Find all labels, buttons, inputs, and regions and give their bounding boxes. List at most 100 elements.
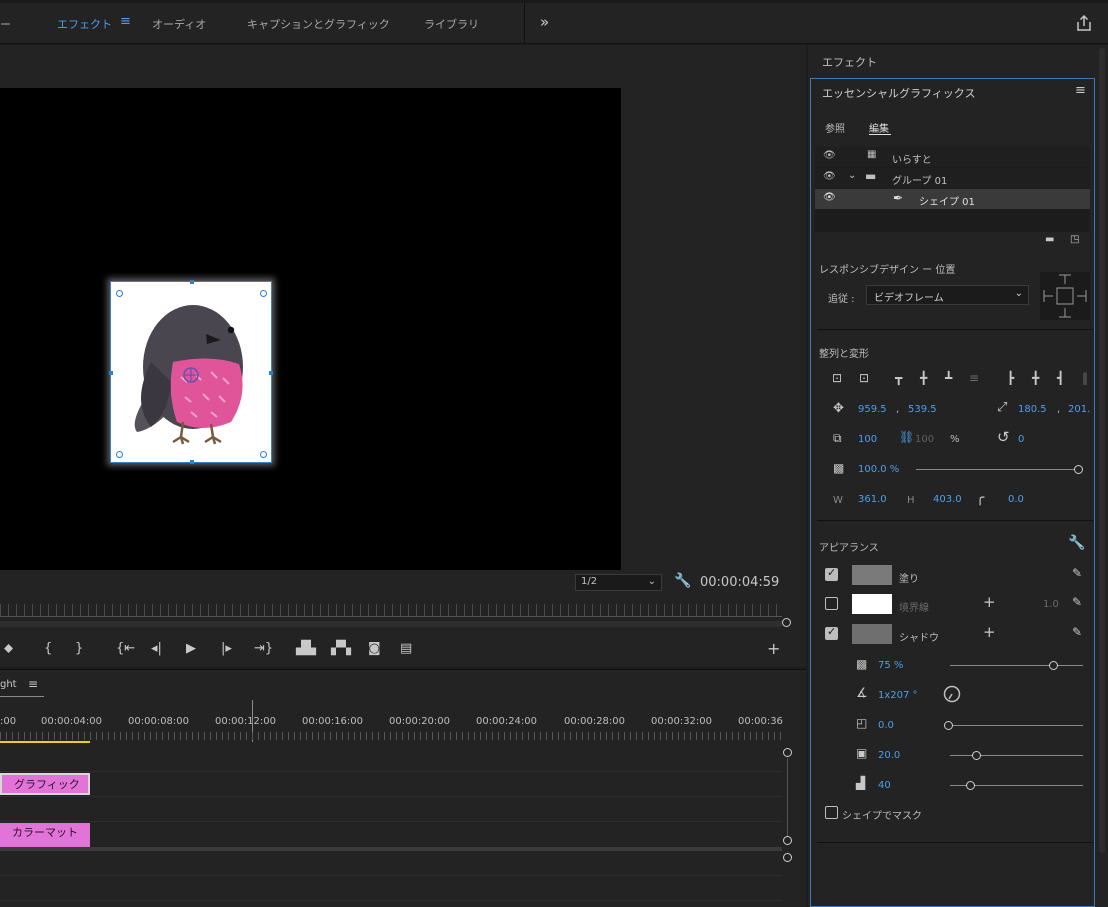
- add-marker-icon[interactable]: ⬥: [4, 641, 13, 656]
- step-forward-icon[interactable]: |▸: [221, 641, 232, 656]
- eye-icon[interactable]: 👁: [823, 150, 836, 161]
- tab-edit[interactable]: 編集: [869, 120, 889, 135]
- shadow-size-track[interactable]: [950, 755, 1083, 756]
- add-button[interactable]: +: [767, 639, 780, 658]
- corner-handle[interactable]: [116, 290, 123, 297]
- compare-icon[interactable]: ▤: [400, 641, 412, 656]
- opacity-slider-knob[interactable]: [1074, 465, 1083, 474]
- follow-select[interactable]: ビデオフレーム ⌄: [866, 285, 1029, 305]
- shadow-color-swatch[interactable]: [852, 624, 892, 644]
- edge-handle[interactable]: [190, 460, 194, 464]
- effects-panel-title[interactable]: エフェクト: [822, 54, 877, 70]
- workspace-menu-icon[interactable]: ≡: [120, 14, 131, 29]
- monitor-scrollbar[interactable]: [0, 621, 782, 627]
- mark-out-icon[interactable]: }: [75, 641, 83, 656]
- shadow-opacity-track[interactable]: [950, 665, 1083, 666]
- mask-with-shape-checkbox[interactable]: [825, 806, 838, 819]
- layer-row-selected[interactable]: 👁 ✒ シェイプ 01: [815, 189, 1090, 209]
- new-group-icon[interactable]: ▬: [1045, 234, 1054, 245]
- corner-radius-value[interactable]: 0.0: [1008, 494, 1024, 505]
- shadow-blur-knob[interactable]: [966, 781, 975, 790]
- fill-checkbox[interactable]: [825, 566, 838, 581]
- scale-value[interactable]: 100: [858, 434, 877, 445]
- zoom-select[interactable]: 1/2 ⌄: [575, 574, 662, 591]
- stroke-color-swatch[interactable]: [852, 594, 892, 614]
- distribute-horizontal-icon[interactable]: ‖: [1082, 371, 1088, 385]
- work-area-bar[interactable]: [0, 741, 90, 743]
- panel-scrollbar[interactable]: [1099, 48, 1105, 853]
- corner-handle[interactable]: [260, 451, 267, 458]
- program-timecode[interactable]: 00:00:04:59: [700, 575, 779, 590]
- edge-handle[interactable]: [269, 371, 273, 375]
- selected-shape[interactable]: [109, 280, 273, 464]
- rotation-value[interactable]: 0: [1018, 434, 1024, 445]
- shadow-distance-value[interactable]: 0.0: [878, 720, 894, 731]
- align-vertical-center-icon[interactable]: ⊡: [832, 371, 842, 385]
- add-stroke-icon[interactable]: +: [983, 593, 996, 611]
- link-icon[interactable]: ⛓: [899, 430, 914, 444]
- align-center-icon[interactable]: ╋: [1032, 371, 1039, 385]
- extract-icon[interactable]: ▞▚: [331, 641, 351, 656]
- play-icon[interactable]: ▶: [186, 641, 196, 656]
- shadow-distance-knob[interactable]: [944, 721, 953, 730]
- align-left-icon[interactable]: ┣: [1007, 371, 1014, 385]
- align-bottom-icon[interactable]: ┻: [945, 371, 952, 385]
- distribute-vertical-icon[interactable]: ≡: [969, 371, 979, 385]
- anchor-y[interactable]: 201.: [1068, 404, 1090, 415]
- workspace-tab-libraries[interactable]: ライブラリ: [424, 16, 479, 32]
- shadow-blur-value[interactable]: 40: [878, 780, 891, 791]
- add-shadow-icon[interactable]: +: [983, 623, 996, 641]
- workspace-tab-audio[interactable]: オーディオ: [152, 16, 206, 32]
- eyedropper-icon[interactable]: ✎: [1072, 566, 1082, 580]
- tab-browse[interactable]: 参照: [825, 120, 845, 135]
- workspace-tab-effects[interactable]: エフェクト: [57, 16, 112, 32]
- go-to-in-icon[interactable]: {⇤: [116, 641, 135, 656]
- fill-color-swatch[interactable]: [852, 565, 892, 585]
- eyedropper-icon[interactable]: ✎: [1072, 625, 1082, 639]
- clip-color-matte[interactable]: カラーマット: [0, 823, 90, 847]
- panel-menu-icon[interactable]: ≡: [1075, 83, 1086, 98]
- shadow-size-knob[interactable]: [972, 751, 981, 760]
- eye-icon[interactable]: 👁: [823, 171, 836, 182]
- shadow-checkbox[interactable]: [825, 625, 838, 640]
- stroke-width[interactable]: 1.0: [1043, 599, 1059, 610]
- corner-handle[interactable]: [116, 451, 123, 458]
- opacity-value[interactable]: 100.0 %: [858, 464, 899, 475]
- chevron-down-icon[interactable]: ⌄: [848, 170, 856, 181]
- edge-handle[interactable]: [109, 371, 113, 375]
- align-top-icon[interactable]: ┳: [895, 371, 902, 385]
- track-scroll-handle[interactable]: [783, 853, 792, 862]
- track-scroll-handle[interactable]: [783, 748, 792, 757]
- shadow-angle-value[interactable]: 1x207 °: [878, 690, 918, 701]
- mark-in-icon[interactable]: {: [44, 641, 52, 656]
- shadow-opacity-knob[interactable]: [1049, 661, 1058, 670]
- shadow-distance-track[interactable]: [950, 725, 1083, 726]
- wrench-icon[interactable]: 🔧: [1068, 535, 1085, 551]
- align-horizontal-center-icon[interactable]: ⊡: [859, 371, 869, 385]
- stroke-checkbox[interactable]: [825, 597, 838, 610]
- angle-dial-icon[interactable]: [943, 685, 961, 703]
- layer-row[interactable]: 👁 ▦ いらすと: [815, 147, 1090, 167]
- position-y[interactable]: 539.5: [908, 404, 937, 415]
- pin-widget[interactable]: [1040, 272, 1090, 320]
- timeline-ruler[interactable]: [0, 732, 782, 740]
- width-value[interactable]: 361.0: [858, 494, 887, 505]
- monitor-ruler[interactable]: [0, 604, 782, 616]
- sequence-tab[interactable]: ght: [0, 679, 17, 690]
- shadow-opacity-value[interactable]: 75 %: [878, 660, 903, 671]
- scroll-end-handle[interactable]: [782, 618, 791, 627]
- workspace-tab-captions[interactable]: キャプションとグラフィック: [247, 16, 390, 32]
- track-scroll-handle[interactable]: [783, 836, 792, 845]
- track-scrollbar[interactable]: [787, 758, 788, 836]
- height-value[interactable]: 403.0: [933, 494, 962, 505]
- edge-handle[interactable]: [190, 280, 194, 284]
- camera-icon[interactable]: ◙: [368, 641, 381, 656]
- clip-graphic[interactable]: グラフィック: [0, 773, 90, 795]
- eyedropper-icon[interactable]: ✎: [1072, 595, 1082, 609]
- position-x[interactable]: 959.5: [858, 404, 887, 415]
- shadow-size-value[interactable]: 20.0: [878, 750, 900, 761]
- video-canvas[interactable]: [0, 88, 621, 570]
- new-item-icon[interactable]: ◳: [1070, 234, 1079, 245]
- step-back-icon[interactable]: ◂|: [151, 641, 162, 656]
- go-to-out-icon[interactable]: ⇥}: [254, 641, 273, 656]
